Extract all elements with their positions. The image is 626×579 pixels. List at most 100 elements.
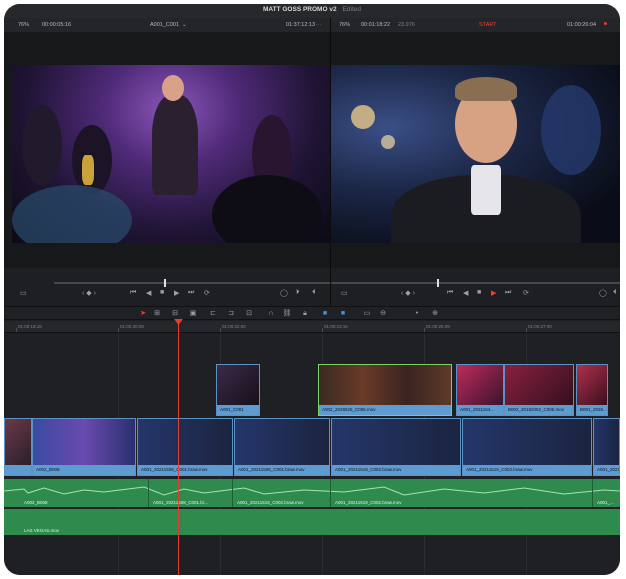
zoom-plus-icon[interactable]: ⊕ <box>430 309 440 318</box>
clip-label: A001_20211508_C001.braw.mov <box>235 465 329 475</box>
mark-out-icon[interactable]: ⏴ <box>312 289 316 297</box>
project-name: MATT GOSS PROMO v2 <box>263 6 337 13</box>
marker-color-icon[interactable]: ■ <box>338 309 348 318</box>
audio-track-a2[interactable]: LAS VEGAS.mov <box>4 509 620 535</box>
timecode-ruler[interactable]: 01:00:18:16 01:00:20:08 01:00:22:00 01:0… <box>4 321 620 333</box>
start-marker-label[interactable]: START <box>479 22 497 28</box>
aspect-icon[interactable]: ▭ <box>20 289 27 297</box>
linked-selection-icon[interactable]: ⛓ <box>282 309 292 318</box>
clip-label: A002_2028525_C005.mov <box>319 405 451 415</box>
go-to-start-icon[interactable]: ⏮ <box>130 289 136 297</box>
audio-clip-label: A001_20211519_C002.braw.mov <box>335 500 402 505</box>
clip-label: A001_2021164... <box>457 405 503 415</box>
marker-icon[interactable]: ⚑ <box>603 22 608 28</box>
title-bar: MATT GOSS PROMO v2 Edited <box>4 4 620 18</box>
source-timecode-in: 00:00:05:16 <box>42 22 72 28</box>
source-scrub-bar[interactable] <box>54 279 330 287</box>
source-viewer[interactable] <box>4 32 330 287</box>
video-clip-v2[interactable]: A002_2028525_C005.mov <box>318 364 452 416</box>
play-icon[interactable]: ▶ <box>491 289 496 297</box>
audio-clip[interactable]: LAS VEGAS.mov <box>4 509 620 535</box>
zoom-minus-icon[interactable]: ⊖ <box>378 309 388 318</box>
edit-toolbar: ➤ ⊞ ⊟ ▣ ⊏ ⊐ ⊡ ∩ ⛓ 🔒︎ ■ ■ ▭ ⊖ • ⊕ <box>4 306 620 320</box>
audio-clip-label: A002_B008 <box>24 500 48 505</box>
position-lock-icon[interactable]: 🔒︎ <box>300 309 310 318</box>
flag-icon[interactable]: ■ <box>320 309 330 318</box>
mark-in-icon[interactable]: ⏵ <box>296 289 300 297</box>
snapping-icon[interactable]: ∩ <box>266 309 276 318</box>
go-to-end-icon[interactable]: ⏭ <box>188 289 194 297</box>
aspect-icon[interactable]: ▭ <box>341 289 348 297</box>
timeline-speed: 23.976 <box>398 22 415 28</box>
video-clip-v2[interactable]: B002_20182052_C005.mov <box>504 364 574 416</box>
source-video-frame <box>12 65 330 243</box>
video-clip-v2[interactable]: A001_C001 <box>216 364 260 416</box>
edited-status: Edited <box>342 6 361 13</box>
audio-clip[interactable]: A001_20211519_C002.braw.mov <box>331 479 593 507</box>
replace-clip-icon[interactable]: ⊡ <box>244 309 254 318</box>
jog-icon[interactable]: ‹ ◆ › <box>401 289 415 297</box>
video-clip-v1[interactable]: A001_2021... <box>593 418 620 476</box>
timeline-timecode-out: 01:00:26:04 <box>567 22 597 28</box>
source-zoom[interactable]: 76% <box>18 22 29 28</box>
video-clip-v1[interactable]: A002_B008 <box>32 418 136 476</box>
video-clip-v2[interactable]: A001_2021164... <box>456 364 504 416</box>
zoom-slider-icon[interactable]: • <box>412 309 422 318</box>
clip-label: A002_B008 <box>33 465 135 475</box>
audio-clip[interactable]: A001_... <box>593 479 620 507</box>
ruler-timecode: 01:00:23:16 <box>324 324 348 329</box>
source-transport: ▭ ‹ ◆ › ⏮ ◀ ■ ▶ ⏭ ⟳ ◯ ⏵ ⏴ <box>4 286 330 302</box>
stop-icon[interactable]: ■ <box>160 289 164 296</box>
timeline-tracks[interactable]: A001_C001 A002_2028525_C005.mov A001_202… <box>4 334 620 575</box>
play-icon[interactable]: ▶ <box>174 289 179 297</box>
insert-clip-icon[interactable]: ⊏ <box>208 309 218 318</box>
video-clip-v1[interactable] <box>4 418 32 476</box>
source-timecode-out: 01:37:12:13 <box>286 22 316 28</box>
timeline-viewer[interactable] <box>331 32 620 287</box>
timeline-playhead[interactable] <box>178 320 179 575</box>
audio-clip[interactable]: A001_20211519_C002.braw.mov <box>233 479 331 507</box>
ruler-timecode: 01:00:27:00 <box>528 324 552 329</box>
resolve-window: MATT GOSS PROMO v2 Edited 76% 00:00:05:16… <box>4 4 620 575</box>
audio-clip[interactable]: A002_B008 <box>4 479 149 507</box>
video-clip-v1[interactable]: A001_20211508_C001.braw.mov <box>137 418 233 476</box>
selection-tool-icon[interactable]: ➤ <box>138 309 148 318</box>
trim-tool-icon[interactable]: ⊞ <box>152 309 162 318</box>
clip-label: B001_2026... <box>577 405 607 415</box>
overwrite-clip-icon[interactable]: ⊐ <box>226 309 236 318</box>
clip-label <box>5 465 31 475</box>
loop-icon[interactable]: ⟳ <box>523 289 529 297</box>
ruler-timecode: 01:00:22:00 <box>222 324 246 329</box>
go-to-end-icon[interactable]: ⏭ <box>505 289 511 297</box>
match-frame-icon[interactable]: ◯ <box>599 289 607 297</box>
mark-out-icon[interactable]: ⏴ <box>613 289 617 297</box>
clip-label: A001_2021... <box>594 465 619 475</box>
audio-clip-label: A001_... <box>597 500 614 505</box>
step-back-icon[interactable]: ◀ <box>463 289 468 297</box>
go-to-start-icon[interactable]: ⏮ <box>447 289 453 297</box>
video-clip-v1[interactable]: A001_20211519_C002.braw.mov <box>331 418 461 476</box>
source-clip-name[interactable]: A001_C001 <box>150 22 179 28</box>
step-back-icon[interactable]: ◀ <box>146 289 151 297</box>
jog-icon[interactable]: ‹ ◆ › <box>82 289 96 297</box>
audio-clip[interactable]: A001_20211508_C001.br... <box>149 479 233 507</box>
blade-tool-icon[interactable]: ▣ <box>188 309 198 318</box>
ruler-timecode: 01:00:18:16 <box>18 324 42 329</box>
timeline-video-frame <box>331 65 620 243</box>
project-title: MATT GOSS PROMO v2 Edited <box>4 6 620 13</box>
more-options-icon[interactable]: ··· <box>316 22 322 28</box>
chevron-down-icon[interactable]: ⌄ <box>182 22 187 28</box>
match-frame-icon[interactable]: ◯ <box>280 289 288 297</box>
video-clip-v2[interactable]: B001_2026... <box>576 364 608 416</box>
audio-track-a1[interactable]: A002_B008 A001_20211508_C001.br... A001_… <box>4 479 620 507</box>
timeline-scrub-bar[interactable] <box>331 279 620 287</box>
dynamic-trim-icon[interactable]: ⊟ <box>170 309 180 318</box>
clip-label: A001_20211519_C002.braw.mov <box>463 465 591 475</box>
loop-icon[interactable]: ⟳ <box>204 289 210 297</box>
video-clip-v1[interactable]: A001_20211519_C002.braw.mov <box>462 418 592 476</box>
video-clip-v1[interactable]: A001_20211508_C001.braw.mov <box>234 418 330 476</box>
clip-label: A001_C001 <box>217 405 259 415</box>
stop-icon[interactable]: ■ <box>477 289 481 296</box>
zoom-full-icon[interactable]: ▭ <box>362 309 372 318</box>
timeline-zoom[interactable]: 76% <box>339 22 350 28</box>
